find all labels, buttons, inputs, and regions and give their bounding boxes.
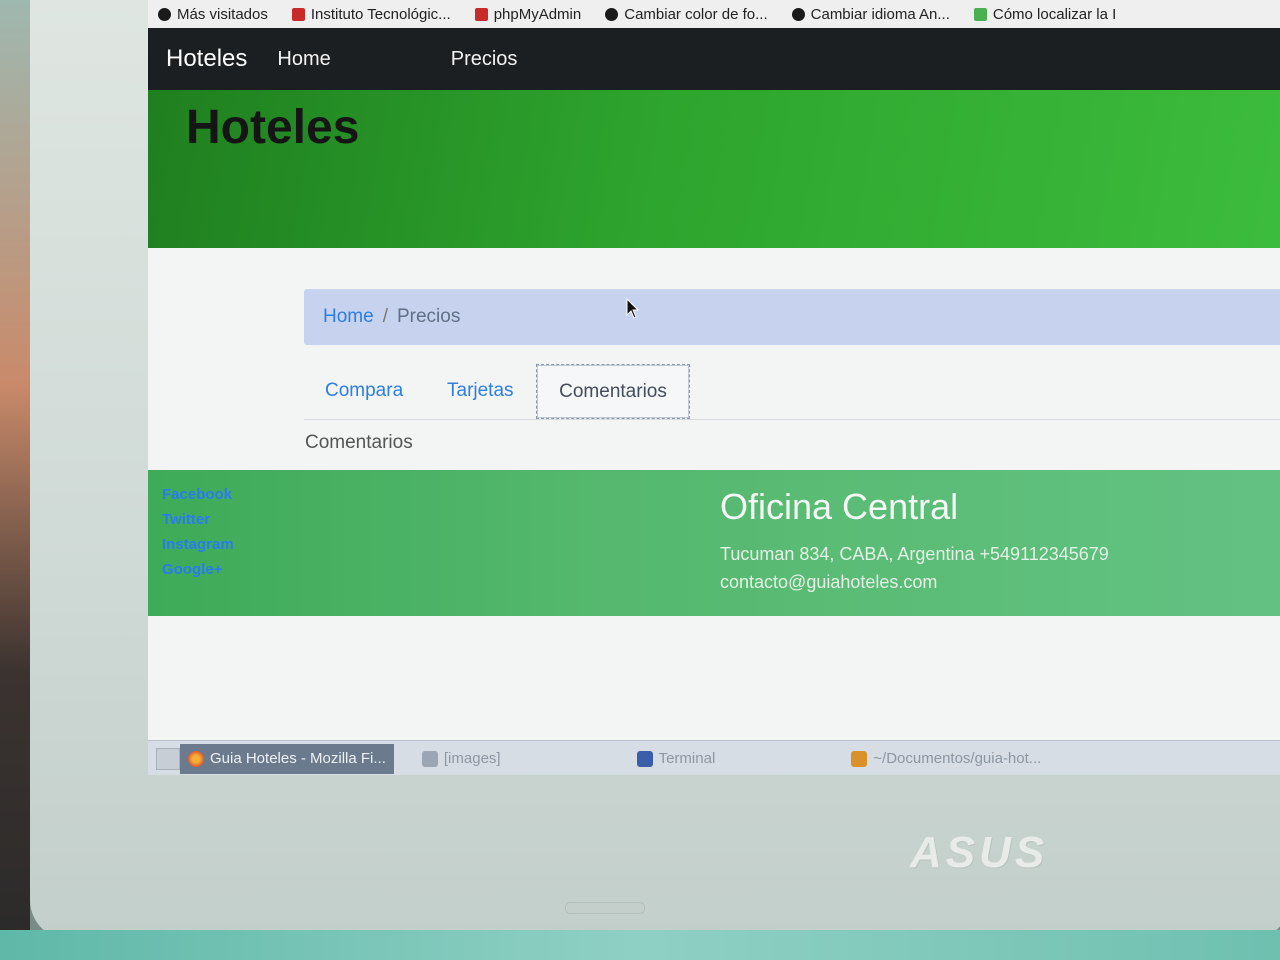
bookmark-label: Cómo localizar la I bbox=[992, 5, 1117, 23]
breadcrumb-separator: / bbox=[382, 306, 388, 327]
office-email: contacto@guiahoteles.com bbox=[720, 572, 938, 592]
bookmark-instituto[interactable]: Instituto Tecnológic... bbox=[291, 5, 451, 23]
taskbar-item-firefox[interactable]: Guia Hoteles - Mozilla Fi... bbox=[180, 743, 394, 774]
tab-comentarios[interactable]: Comentarios bbox=[536, 364, 690, 419]
taskbar-item-label: Guia Hoteles - Mozilla Fi... bbox=[210, 750, 386, 767]
tab-content-text: Comentarios bbox=[305, 432, 413, 453]
github-icon bbox=[605, 7, 619, 21]
bookmark-como-localizar[interactable]: Cómo localizar la I bbox=[973, 5, 1117, 23]
folder-icon bbox=[421, 750, 438, 767]
taskbar-item-label: Terminal bbox=[658, 750, 716, 767]
office-title: Oficina Central bbox=[720, 486, 959, 527]
screen: Más visitados Instituto Tecnológic... ph… bbox=[148, 0, 1280, 775]
bookmark-label: phpMyAdmin bbox=[493, 5, 582, 23]
taskbar-item-editor[interactable]: ~/Documentos/guia-hot... bbox=[843, 744, 1049, 774]
office-address: Tucuman 834, CABA, Argentina +5491123456… bbox=[720, 544, 1109, 564]
editor-icon bbox=[851, 750, 868, 767]
bookmark-cambiar-idioma[interactable]: Cambiar idioma An... bbox=[791, 5, 950, 23]
taskbar-item-label: ~/Documentos/guia-hot... bbox=[873, 750, 1042, 767]
tab-compara[interactable]: Compara bbox=[325, 364, 403, 417]
bookmarks-toolbar: Más visitados Instituto Tecnológic... ph… bbox=[148, 0, 1280, 28]
taskbar-item-images[interactable]: [images] bbox=[414, 744, 509, 774]
taskbar: Guia Hoteles - Mozilla Fi... [images] Te… bbox=[148, 740, 1280, 775]
terminal-icon bbox=[636, 750, 653, 767]
bookmark-label: Más visitados bbox=[177, 5, 268, 23]
breadcrumb-current: Precios bbox=[396, 306, 461, 327]
jumbotron-title: Hoteles bbox=[186, 101, 360, 154]
phpmyadmin-icon bbox=[474, 7, 488, 21]
laptop-brand-logo: ASUS bbox=[910, 828, 1049, 877]
desk-bottom bbox=[0, 930, 1280, 960]
bookmark-cambiar-color[interactable]: Cambiar color de fo... bbox=[605, 5, 768, 23]
github-icon bbox=[791, 7, 805, 21]
facebook-link[interactable]: Facebook bbox=[162, 486, 234, 503]
bookmark-label: Cambiar color de fo... bbox=[624, 5, 768, 23]
desk-left bbox=[0, 0, 30, 960]
show-desktop-button[interactable] bbox=[156, 747, 180, 770]
jumbotron: Hoteles bbox=[148, 90, 1280, 248]
bookmark-label: Cambiar idioma An... bbox=[810, 5, 950, 23]
globe-icon bbox=[158, 7, 171, 21]
navbar: Hoteles Home Precios bbox=[148, 28, 1280, 90]
taskbar-item-terminal[interactable]: Terminal bbox=[629, 744, 724, 774]
bookmark-mas-visitados[interactable]: Más visitados bbox=[158, 6, 268, 23]
bookmark-label: Instituto Tecnológic... bbox=[310, 5, 451, 23]
nav-link-home[interactable]: Home bbox=[277, 48, 330, 71]
bookmark-phpmyadmin[interactable]: phpMyAdmin bbox=[474, 5, 582, 23]
mouse-cursor-icon bbox=[626, 298, 640, 319]
social-links: Facebook Twitter Instagram Google+ bbox=[162, 486, 234, 578]
tab-tarjetas[interactable]: Tarjetas bbox=[447, 364, 514, 417]
breadcrumb: Home / Precios bbox=[304, 289, 1280, 345]
navbar-brand[interactable]: Hoteles bbox=[166, 45, 247, 73]
twitter-link[interactable]: Twitter bbox=[162, 511, 234, 528]
instagram-link[interactable]: Instagram bbox=[162, 536, 234, 553]
android-icon bbox=[973, 7, 987, 21]
nav-link-precios[interactable]: Precios bbox=[451, 48, 518, 71]
tab-bar: Compara Tarjetas Comentarios bbox=[304, 364, 1280, 420]
googleplus-link[interactable]: Google+ bbox=[162, 561, 234, 578]
taskbar-item-label: [images] bbox=[443, 750, 501, 767]
institute-icon bbox=[291, 7, 305, 21]
laptop-notch bbox=[565, 902, 645, 914]
footer: Facebook Twitter Instagram Google+ Ofici… bbox=[148, 470, 1280, 616]
breadcrumb-home-link[interactable]: Home bbox=[323, 306, 374, 328]
firefox-icon bbox=[188, 750, 204, 767]
